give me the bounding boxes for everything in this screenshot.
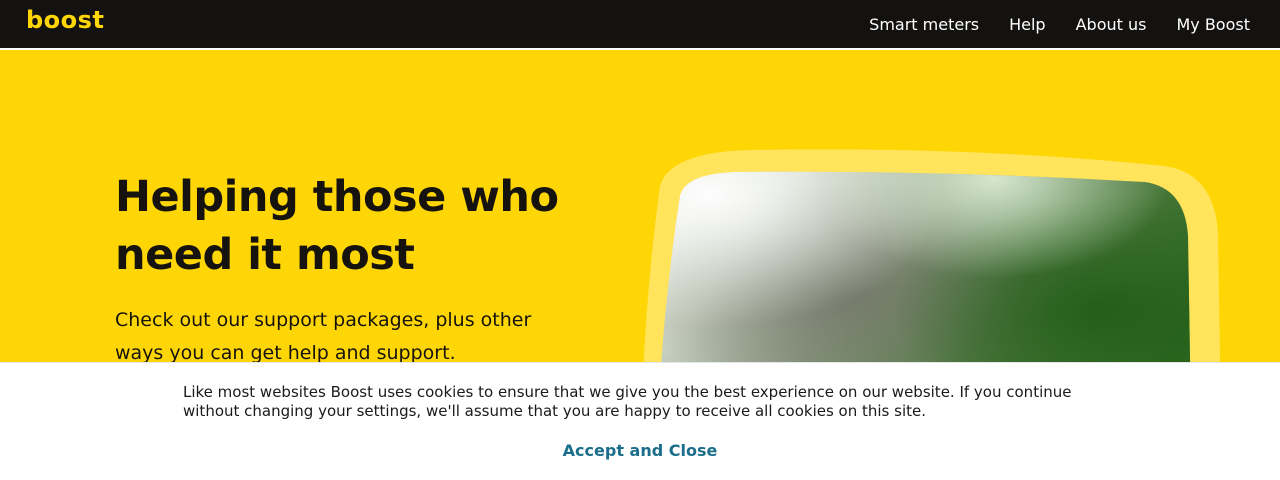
main-nav: Smart meters Help About us My Boost xyxy=(869,0,1250,48)
hero-title-line-1: Helping those who xyxy=(115,172,559,222)
accept-and-close-button[interactable]: Accept and Close xyxy=(0,441,1280,460)
hero-title-line-2: need it most xyxy=(115,230,415,280)
cookie-consent-banner: Like most websites Boost uses cookies to… xyxy=(0,362,1280,480)
hero-title: Helping those who need it most xyxy=(115,168,575,284)
nav-link-my-boost[interactable]: My Boost xyxy=(1176,15,1250,34)
hero-description: Check out our support packages, plus oth… xyxy=(115,309,532,364)
cookie-message: Like most websites Boost uses cookies to… xyxy=(183,383,1072,420)
top-navigation-bar: boost Smart meters Help About us My Boos… xyxy=(0,0,1280,50)
nav-link-help[interactable]: Help xyxy=(1009,15,1045,34)
nav-link-about-us[interactable]: About us xyxy=(1076,15,1147,34)
nav-link-smart-meters[interactable]: Smart meters xyxy=(869,15,979,34)
boost-logo[interactable]: boost xyxy=(26,6,104,34)
